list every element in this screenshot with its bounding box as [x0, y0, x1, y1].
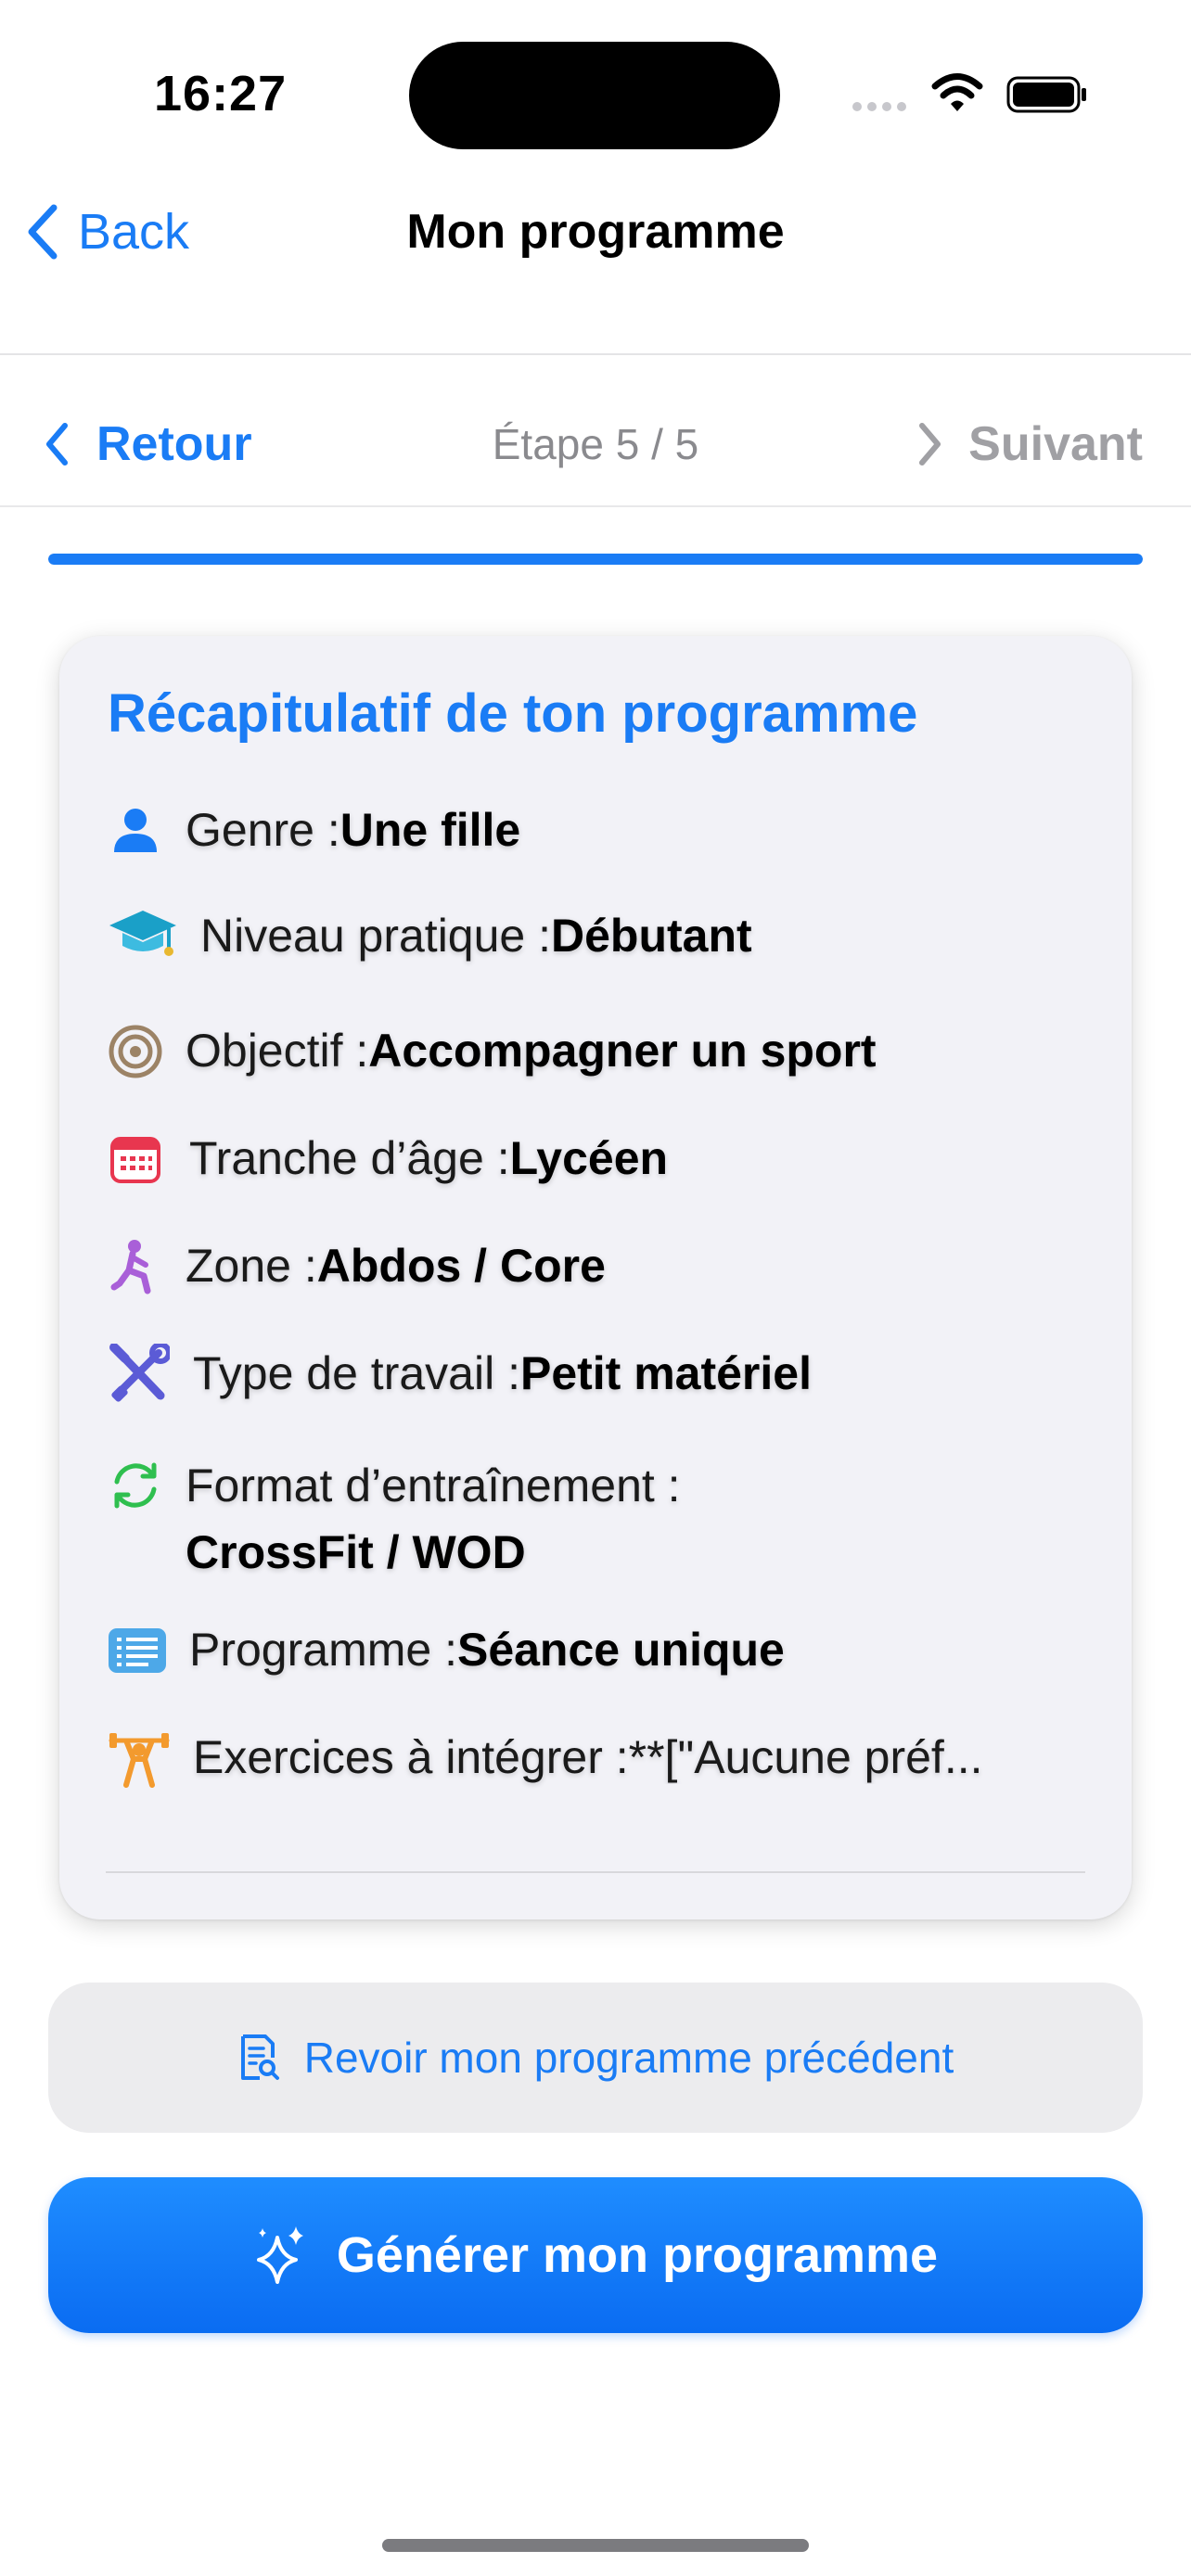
step-next-label: Suivant [968, 417, 1143, 471]
summary-row-niveau: Niveau pratique : Débutant [108, 909, 752, 964]
chevron-left-icon [28, 204, 58, 260]
summary-row-programme: Programme : Séance unique [108, 1623, 785, 1678]
wifi-icon [931, 73, 983, 111]
summary-row-format: Format d’entraînement : CrossFit / WOD [108, 1458, 681, 1586]
list-icon [108, 1623, 167, 1678]
screen: 16:27 Back Mon programme Retour Étape 5 … [0, 0, 1191, 2576]
objectif-value: Accompagner un sport [368, 1025, 877, 1077]
exercices-label: Exercices à intégrer : [193, 1731, 629, 1783]
format-label: Format d’entraînement : [186, 1460, 681, 1511]
chevron-right-icon [919, 423, 941, 465]
summary-row-zone: Zone : Abdos / Core [108, 1239, 606, 1294]
review-previous-program-button[interactable]: Revoir mon programme précédent [48, 1983, 1143, 2133]
person-icon [108, 803, 163, 859]
type-value: Petit matériel [519, 1347, 812, 1399]
progress-bar [48, 554, 1143, 565]
age-label: Tranche d’âge : [189, 1132, 510, 1184]
programme-label: Programme : [189, 1624, 457, 1676]
format-text: Format d’entraînement : CrossFit / WOD [186, 1452, 681, 1586]
generate-program-label: Générer mon programme [336, 2227, 939, 2283]
progress-bar-fill [48, 554, 1143, 565]
generate-program-button[interactable]: Générer mon programme [48, 2177, 1143, 2333]
niveau-label: Niveau pratique : [200, 910, 552, 962]
step-next-button[interactable]: Suivant [918, 412, 1143, 477]
cycle-arrows-icon [108, 1458, 163, 1513]
calendar-icon [108, 1131, 163, 1187]
niveau-value: Débutant [551, 910, 752, 962]
summary-row-objectif: Objectif : Accompagner un sport [108, 1024, 877, 1079]
review-previous-program-label: Revoir mon programme précédent [303, 2034, 954, 2082]
sparkles-icon [256, 2226, 303, 2284]
genre-label: Genre : [186, 804, 340, 856]
nav-divider [0, 353, 1191, 355]
battery-icon [1006, 76, 1086, 113]
nav-back-button[interactable]: Back [26, 197, 189, 267]
exercices-value: **["Aucune préf... [628, 1731, 983, 1783]
dynamic-island [409, 42, 780, 149]
card-divider [106, 1871, 1085, 1873]
summary-title: Récapitulatif de ton programme [108, 683, 918, 744]
summary-row-age: Tranche d’âge : Lycéen [108, 1131, 668, 1187]
document-search-icon [240, 2034, 279, 2080]
home-indicator [382, 2539, 809, 2552]
tools-icon [108, 1344, 171, 1402]
summary-row-exercices: Exercices à intégrer : **["Aucune préf..… [108, 1730, 983, 1788]
format-value: CrossFit / WOD [186, 1526, 526, 1578]
age-value: Lycéen [509, 1132, 669, 1184]
summary-row-type: Type de travail : Petit matériel [108, 1344, 812, 1402]
status-time: 16:27 [154, 66, 288, 121]
step-divider [0, 505, 1191, 507]
genre-value: Une fille [339, 804, 521, 856]
weightlifter-icon [108, 1730, 171, 1788]
summary-card: Récapitulatif de ton programme Genre : U… [59, 636, 1132, 1919]
target-icon [108, 1024, 163, 1079]
type-label: Type de travail : [193, 1347, 520, 1399]
cellular-signal-icon [852, 102, 906, 111]
nav-back-label: Back [78, 204, 190, 260]
summary-row-genre: Genre : Une fille [108, 803, 520, 859]
zone-label: Zone : [186, 1240, 317, 1292]
zone-value: Abdos / Core [316, 1240, 606, 1292]
lunge-figure-icon [108, 1239, 163, 1294]
programme-value: Séance unique [456, 1624, 785, 1676]
graduation-cap-icon [108, 909, 178, 964]
objectif-label: Objectif : [186, 1025, 369, 1077]
